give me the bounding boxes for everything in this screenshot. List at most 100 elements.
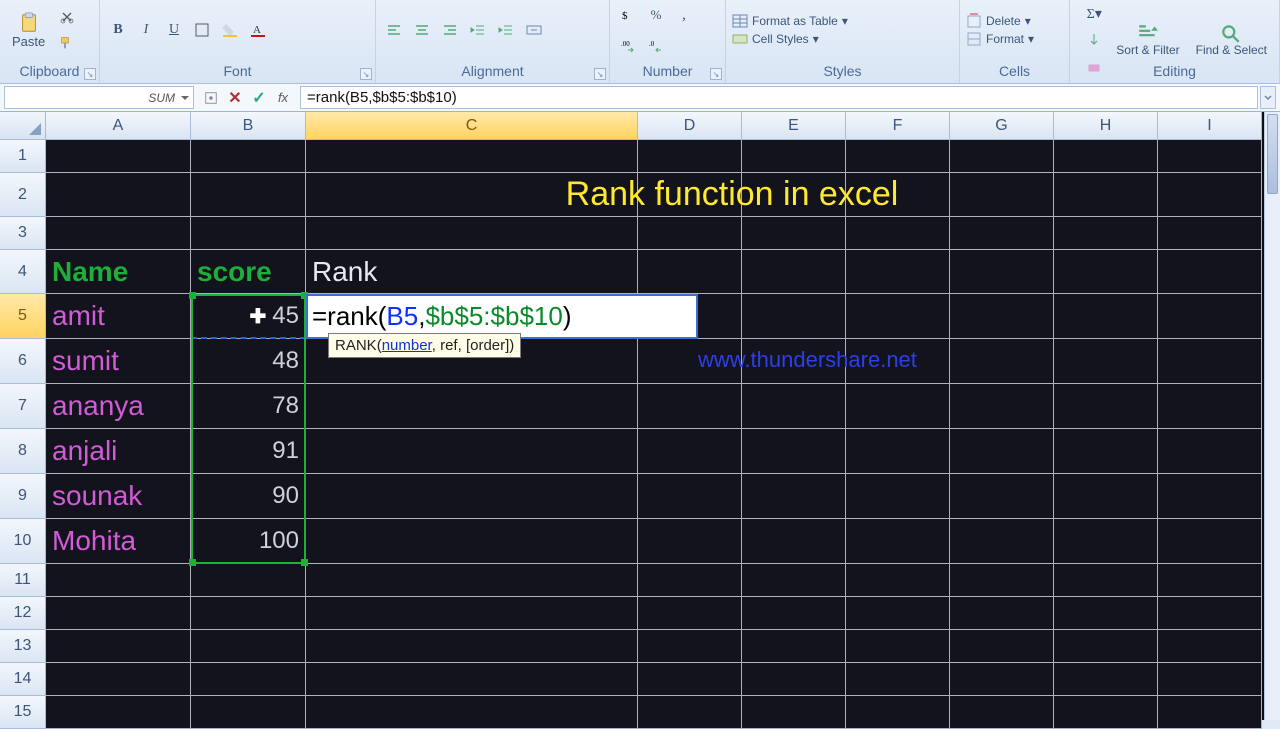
row-header[interactable]: 15 [0, 696, 46, 729]
cell[interactable] [950, 140, 1054, 173]
cell[interactable] [1158, 564, 1262, 597]
row-header[interactable]: 2 [0, 173, 46, 217]
cell[interactable] [306, 429, 638, 474]
cell[interactable] [742, 217, 846, 250]
column-header[interactable]: D [638, 112, 742, 140]
cell[interactable] [1158, 519, 1262, 564]
cell[interactable] [638, 339, 742, 384]
column-header[interactable]: I [1158, 112, 1262, 140]
align-right-button[interactable] [438, 18, 462, 42]
row-header[interactable]: 7 [0, 384, 46, 429]
fill-button[interactable] [1082, 28, 1106, 52]
column-header[interactable]: A [46, 112, 191, 140]
cell[interactable] [638, 696, 742, 729]
cell-name[interactable]: sumit [46, 339, 191, 384]
percent-button[interactable]: % [644, 3, 668, 27]
find-select-button[interactable]: Find & Select [1190, 20, 1273, 59]
name-box[interactable]: SUM [4, 86, 194, 109]
cell[interactable] [1054, 564, 1158, 597]
indent-increase-button[interactable] [494, 18, 518, 42]
cell[interactable] [950, 564, 1054, 597]
cell[interactable] [306, 217, 638, 250]
fx-icon[interactable]: fx [272, 87, 294, 109]
cell[interactable] [742, 294, 846, 339]
cell[interactable] [950, 474, 1054, 519]
formula-input[interactable]: =rank(B5,$b$5:$b$10) [300, 86, 1258, 109]
cell[interactable] [846, 250, 950, 294]
header-score[interactable]: score [191, 250, 306, 294]
cell[interactable] [1158, 140, 1262, 173]
column-header[interactable]: F [846, 112, 950, 140]
cell[interactable] [742, 429, 846, 474]
cell[interactable] [1054, 696, 1158, 729]
cell[interactable] [742, 250, 846, 294]
cell[interactable] [1054, 597, 1158, 630]
cell[interactable] [638, 663, 742, 696]
cell[interactable] [46, 696, 191, 729]
cell[interactable] [846, 339, 950, 384]
font-color-button[interactable]: A [246, 18, 270, 42]
cell[interactable] [1158, 339, 1262, 384]
fill-color-button[interactable] [218, 18, 242, 42]
column-header[interactable]: B [191, 112, 306, 140]
formula-bar-expand-icon[interactable] [1260, 86, 1276, 109]
cell[interactable] [191, 696, 306, 729]
column-header[interactable]: C [306, 112, 638, 140]
cell[interactable] [950, 339, 1054, 384]
cell-score[interactable]: 91 [191, 429, 306, 474]
cell[interactable] [742, 140, 846, 173]
cell[interactable] [846, 630, 950, 663]
cell[interactable] [950, 597, 1054, 630]
dialog-launcher-icon[interactable]: ↘ [594, 68, 606, 80]
cell[interactable] [846, 384, 950, 429]
cell[interactable] [46, 217, 191, 250]
cell[interactable] [1054, 429, 1158, 474]
format-painter-button[interactable] [55, 31, 79, 55]
cell[interactable] [1158, 217, 1262, 250]
cell[interactable] [1158, 429, 1262, 474]
cell[interactable] [1158, 250, 1262, 294]
cell[interactable] [846, 217, 950, 250]
merge-button[interactable] [522, 18, 546, 42]
cut-button[interactable] [55, 5, 79, 29]
cell[interactable] [638, 564, 742, 597]
cell[interactable] [306, 696, 638, 729]
select-all-corner[interactable] [0, 112, 46, 140]
cell[interactable] [950, 630, 1054, 663]
cell-name[interactable]: ananya [46, 384, 191, 429]
cell[interactable] [191, 217, 306, 250]
cell[interactable] [846, 519, 950, 564]
cell-score[interactable]: 90 [191, 474, 306, 519]
cell[interactable] [846, 597, 950, 630]
cell[interactable] [191, 597, 306, 630]
cell[interactable] [742, 474, 846, 519]
cell-name[interactable]: anjali [46, 429, 191, 474]
increase-decimal-button[interactable]: .00 [616, 33, 640, 57]
cell[interactable] [1158, 663, 1262, 696]
format-as-table-button[interactable]: Format as Table▾ [732, 13, 953, 29]
dialog-launcher-icon[interactable]: ↘ [84, 68, 96, 80]
cell-name[interactable]: Mohita [46, 519, 191, 564]
cell[interactable] [950, 294, 1054, 339]
cancel-icon[interactable]: ✕ [224, 87, 246, 109]
cell[interactable] [46, 630, 191, 663]
decrease-decimal-button[interactable]: .0 [644, 33, 668, 57]
cell-name[interactable]: sounak [46, 474, 191, 519]
cell[interactable] [742, 564, 846, 597]
cell[interactable] [1054, 519, 1158, 564]
header-name[interactable]: Name [46, 250, 191, 294]
indent-decrease-button[interactable] [466, 18, 490, 42]
cell[interactable] [638, 250, 742, 294]
cell[interactable] [1158, 597, 1262, 630]
cell[interactable] [742, 519, 846, 564]
header-rank[interactable]: Rank [306, 250, 638, 294]
cell[interactable] [950, 663, 1054, 696]
cell[interactable] [742, 663, 846, 696]
cell[interactable] [950, 250, 1054, 294]
cell[interactable] [1158, 173, 1262, 217]
cell-score[interactable]: 78 [191, 384, 306, 429]
cell[interactable] [306, 384, 638, 429]
cell[interactable] [1158, 384, 1262, 429]
cell[interactable] [846, 140, 950, 173]
cell[interactable] [306, 630, 638, 663]
